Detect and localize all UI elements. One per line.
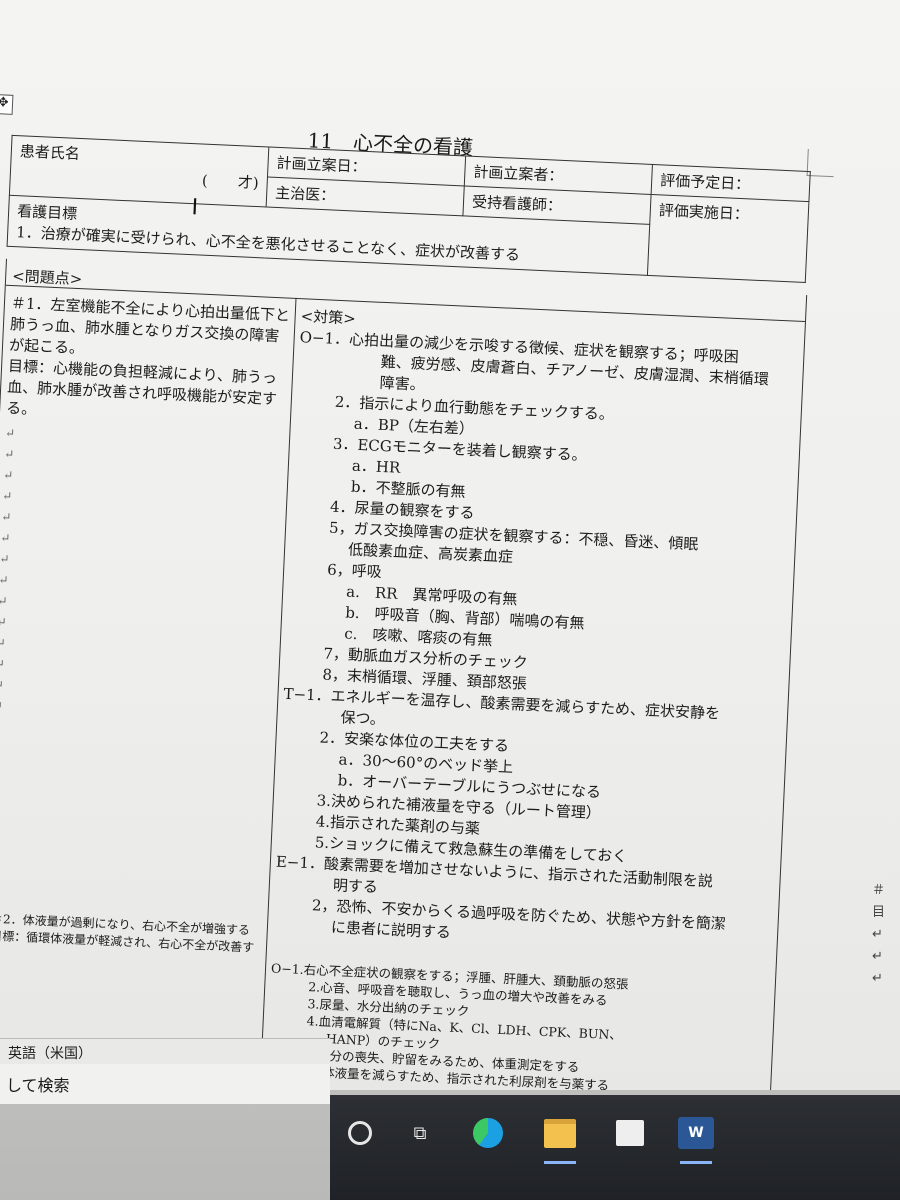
page-corner-marker <box>806 148 835 178</box>
store-icon[interactable] <box>610 1113 650 1153</box>
word-icon-label: W <box>678 1117 714 1149</box>
age-marker: ( 才) <box>201 171 260 193</box>
taskbar-search[interactable]: して検索 <box>0 1064 330 1104</box>
eval-done-cell[interactable]: 評価実施日： <box>647 194 809 283</box>
peek-line: ＃ <box>872 883 886 898</box>
table-move-handle-icon[interactable]: ✥ <box>0 93 14 115</box>
file-explorer-icon[interactable] <box>540 1113 580 1153</box>
status-bar[interactable]: 英語（米国） <box>0 1038 330 1064</box>
eval-due-label: 評価予定日： <box>659 171 751 194</box>
cortana-icon[interactable] <box>340 1113 380 1153</box>
patient-name-label: 患者氏名 <box>19 142 81 163</box>
text-cursor-icon: I <box>190 195 199 221</box>
measures-column[interactable]: <対策> O−1．心拍出量の減少を示唆する徴候、症状を観察する；呼吸困 難、疲労感… <box>266 306 801 1090</box>
eval-done-label: 評価実施日： <box>658 201 750 224</box>
task-view-icon[interactable]: ⧉ <box>400 1113 440 1153</box>
planner-label: 計画立案者： <box>473 162 564 185</box>
taskbar: ⧉ W <box>330 1095 900 1200</box>
language-indicator[interactable]: 英語（米国） <box>8 1046 92 1062</box>
nurse-label: 受持看護師： <box>471 192 563 215</box>
problem-1-goal: 目標：心機能の負担軽減により、肺うっ血、肺水腫が改善され呼吸機能が安定する。 <box>5 356 278 419</box>
peek-line: 目 <box>872 905 886 920</box>
problems-column[interactable]: ＃1．左室機能不全により心拍出量低下と肺うっ血、肺水腫となりガス交換の障害が起こ… <box>0 293 291 897</box>
document-page: ✥ 11 心不全の看護 患者氏名 ( 才) 計画立案日： 計画立案者： 評価予定… <box>0 0 890 1090</box>
peek-line: ↵ <box>872 971 883 986</box>
problem-2-block[interactable]: ＃2．体液量が過剰になり、右心不全が増強する 目標：循環体液量が軽減され、右心不… <box>0 911 261 974</box>
care-plan-table: <問題点> ＃1．左室機能不全により心拍出量低下と肺うっ血、肺水腫となりガス交換… <box>0 258 808 1090</box>
edge-icon[interactable] <box>468 1113 508 1153</box>
word-document-area[interactable]: ✥ 11 心不全の看護 患者氏名 ( 才) 計画立案日： 計画立案者： 評価予定… <box>0 0 900 1090</box>
plan-date-label: 計画立案日： <box>276 153 367 176</box>
measures-list: O−1．心拍出量の減少を示唆する徴候、症状を観察する；呼吸困 難、疲労感、皮膚蒼白… <box>273 327 800 958</box>
search-label: して検索 <box>6 1076 70 1095</box>
word-icon[interactable]: W <box>676 1113 716 1153</box>
measures-2-list: O−1.右心不全症状の観察をする；浮腫、肝腫大、頚動脈の怒張 2.心音、呼吸音を聴… <box>266 959 771 1090</box>
file-explorer-active-indicator <box>544 1161 576 1164</box>
doctor-label: 主治医： <box>274 183 336 205</box>
header-table: 患者氏名 ( 才) 計画立案日： 計画立案者： 評価予定日： 主治医： 受持看護… <box>7 135 811 283</box>
next-page-peek: ＃ 目 ↵ ↵ ↵ <box>872 880 885 990</box>
peek-line: ↵ <box>872 927 883 942</box>
paragraph-marks: ↵↵↵↵↵↵↵↵↵↵↵↵↵↵↵↵↵↵↵↵↵↵ <box>0 423 285 897</box>
peek-line: ↵ <box>872 949 883 964</box>
word-active-indicator <box>680 1161 712 1164</box>
